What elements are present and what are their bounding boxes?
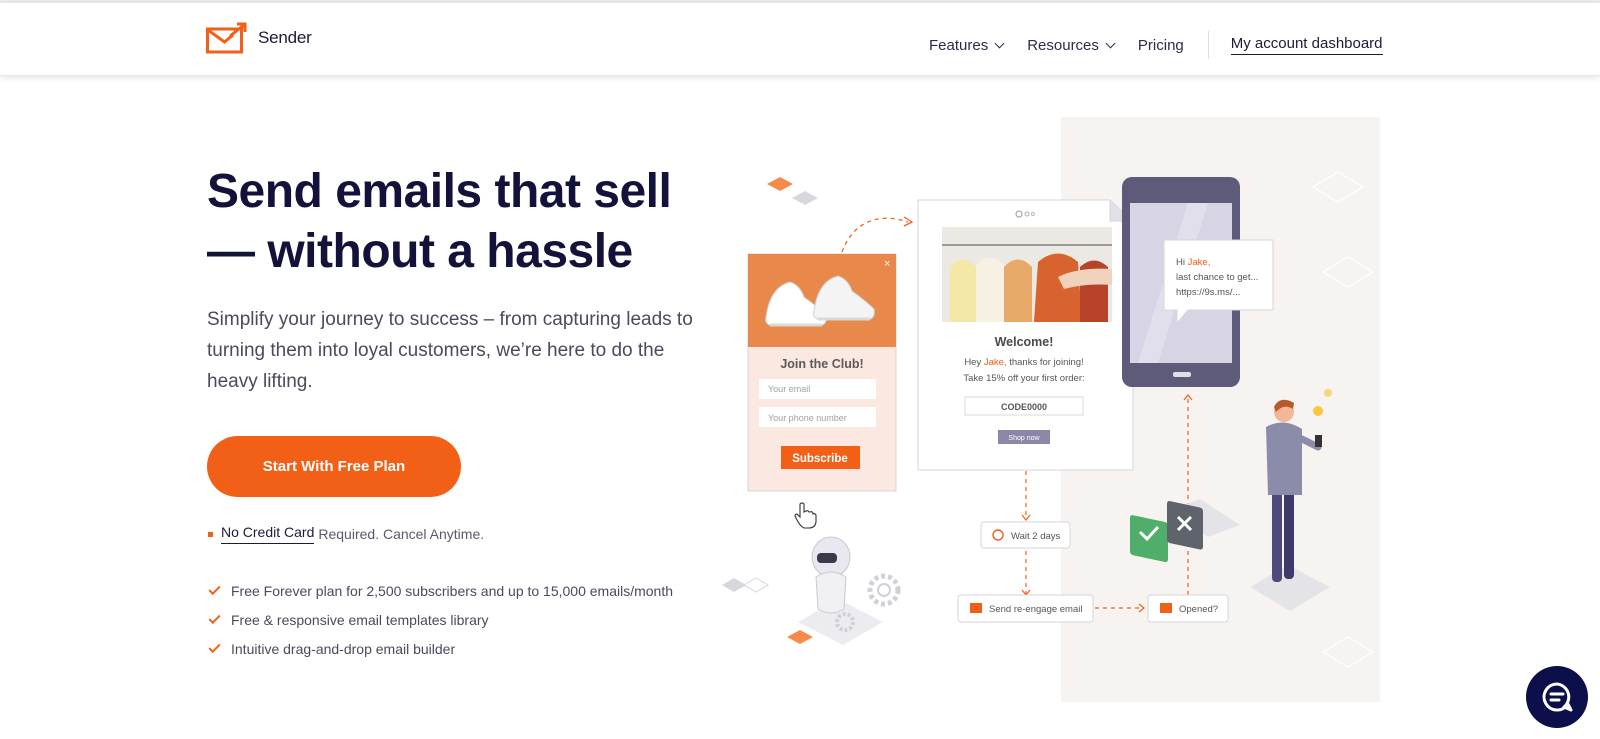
feature-text: Intuitive drag-and-drop email builder: [231, 640, 456, 657]
welcome-email-card: Welcome! Hey Jake, thanks for joining! T…: [917, 199, 1134, 471]
nav-features[interactable]: Features: [929, 36, 1005, 54]
opened-step: Opened?: [1147, 594, 1229, 623]
gear-icon: [867, 573, 901, 607]
mail-icon: [970, 603, 982, 613]
popup-email-placeholder: Your email: [768, 384, 810, 394]
headline-line-2: — without a hassle: [207, 225, 633, 278]
email-greeting-name: Jake,: [984, 357, 1007, 368]
popup-subscribe-label: Subscribe: [792, 453, 848, 465]
email-welcome-title: Welcome!: [995, 335, 1054, 349]
envelope-logo-icon: [206, 22, 247, 54]
list-item: Free & responsive email templates librar…: [208, 605, 673, 634]
nav-resources-label: Resources: [1027, 36, 1099, 54]
wait-step: Wait 2 days: [980, 521, 1071, 549]
sms-line-1: Hi Jake,: [1176, 257, 1210, 268]
account-dashboard-link[interactable]: My account dashboard: [1230, 35, 1383, 55]
nav-divider: [1207, 31, 1209, 59]
outline-diamond-icon: [743, 577, 769, 593]
chat-bubble-icon: [1542, 682, 1573, 712]
nav-pricing-label: Pricing: [1137, 36, 1184, 54]
brand-name: Sender: [258, 28, 312, 47]
hero-headline: Send emails that sell — without a hassle: [207, 162, 727, 282]
mail-icon: [1160, 603, 1172, 613]
bullet-square-icon: [208, 531, 213, 537]
reengage-label: Send re-engage email: [989, 604, 1082, 615]
main-nav: Features Resources Pricing My account da…: [929, 31, 1383, 59]
opened-label: Opened?: [1179, 604, 1218, 615]
check-icon: [208, 640, 221, 653]
email-greeting: Hey Jake, thanks for joining!: [964, 357, 1083, 368]
orange-diamond-icon: [767, 177, 793, 191]
signup-popup: × Join the Club! Your email Your phone n…: [747, 253, 897, 492]
popup-phone-placeholder: Your phone number: [768, 413, 847, 423]
feature-text: Free & responsive email templates librar…: [231, 611, 489, 628]
hand-cursor-icon: [794, 502, 817, 529]
check-icon: [208, 611, 221, 624]
email-shop-label: Shop now: [1008, 435, 1040, 442]
emoji-icon: [1324, 389, 1332, 397]
wait-label: Wait 2 days: [1011, 531, 1061, 542]
no-credit-card-note: No Credit Card Required. Cancel Anytime.: [208, 524, 484, 544]
nav-pricing[interactable]: Pricing: [1138, 37, 1184, 54]
no-credit-card-link[interactable]: No Credit Card: [221, 524, 315, 544]
grey-diamond-icon: [722, 578, 746, 592]
reengage-step: Send re-engage email: [957, 594, 1094, 623]
list-item: Free Forever plan for 2,500 subscribers …: [208, 576, 673, 605]
email-greeting-post: thanks for joining!: [1007, 357, 1084, 368]
sms-name: Jake,: [1188, 257, 1211, 268]
start-free-plan-button[interactable]: Start With Free Plan: [207, 436, 461, 497]
grey-diamond-icon: [792, 191, 818, 205]
chat-button[interactable]: [1526, 666, 1588, 728]
sms-line-3: https://9s.ms/...: [1176, 287, 1240, 298]
popup-close-icon[interactable]: ×: [884, 258, 890, 270]
sms-line-2: last chance to get...: [1176, 272, 1258, 283]
orange-diamond-icon: [787, 630, 813, 644]
emoji-icon: [1313, 406, 1323, 416]
feature-list: Free Forever plan for 2,500 subscribers …: [208, 576, 673, 663]
popup-title: Join the Club!: [780, 357, 863, 371]
list-item: Intuitive drag-and-drop email builder: [208, 634, 673, 663]
clothes-rack-image: [942, 227, 1112, 322]
email-offer-text: Take 15% off your first order:: [963, 373, 1084, 384]
feature-text: Free Forever plan for 2,500 subscribers …: [231, 582, 674, 599]
chevron-down-icon: [1105, 38, 1116, 48]
headline-line-1: Send emails that sell: [207, 165, 672, 218]
chevron-down-icon: [994, 38, 1005, 48]
nav-resources[interactable]: Resources: [1027, 36, 1116, 54]
sms-hi: Hi: [1176, 257, 1188, 268]
email-code: CODE0000: [1001, 402, 1047, 412]
nav-features-label: Features: [929, 36, 989, 54]
check-icon: [208, 582, 221, 595]
connector-arc: [841, 217, 909, 253]
sender-logo[interactable]: Sender: [206, 22, 312, 54]
marketing-illustration: × Join the Club! Your email Your phone n…: [722, 117, 1380, 702]
hero-subtitle: Simplify your journey to success – from …: [207, 309, 693, 392]
no-credit-card-rest: Required. Cancel Anytime.: [318, 526, 485, 542]
site-header: Sender Features Resources Pricing My acc…: [0, 3, 1600, 76]
email-greeting-pre: Hey: [964, 357, 984, 368]
